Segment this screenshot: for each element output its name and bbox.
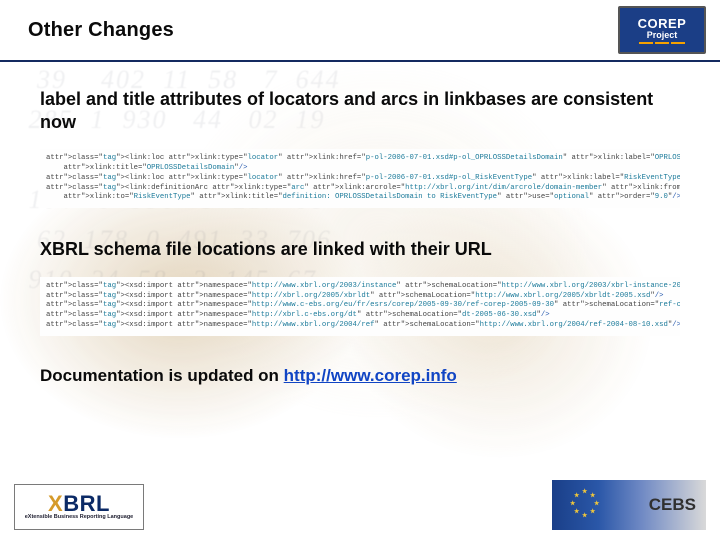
title-bar: Other Changes COREP Project xyxy=(0,0,720,62)
eu-stars-icon: ★★ ★★ ★★ ★★ xyxy=(570,490,600,520)
code-block-imports: attr">class="tag"><xsd:import attr">name… xyxy=(40,277,680,336)
page-title: Other Changes xyxy=(28,19,174,42)
documentation-link[interactable]: http://www.corep.info xyxy=(284,366,457,385)
footer: XBRL eXtensible Business Reporting Langu… xyxy=(0,464,720,540)
slide-content: label and title attributes of locators a… xyxy=(0,62,720,386)
code-block-linkbases: attr">class="tag"><link:loc attr">xlink:… xyxy=(40,149,680,208)
section1-heading: label and title attributes of locators a… xyxy=(40,88,680,133)
cebs-logo: ★★ ★★ ★★ ★★ CEBS xyxy=(552,480,706,530)
corep-logo: COREP Project xyxy=(618,6,706,54)
xbrl-logo-text: BRL xyxy=(63,491,110,516)
xbrl-logo: XBRL eXtensible Business Reporting Langu… xyxy=(14,484,144,530)
corep-logo-line1: COREP xyxy=(638,17,687,30)
documentation-prefix: Documentation is updated on xyxy=(40,366,284,385)
documentation-line: Documentation is updated on http://www.c… xyxy=(40,366,680,386)
corep-logo-line2: Project xyxy=(647,30,678,40)
cebs-logo-text: CEBS xyxy=(649,495,696,515)
section2-heading: XBRL schema file locations are linked wi… xyxy=(40,238,680,261)
